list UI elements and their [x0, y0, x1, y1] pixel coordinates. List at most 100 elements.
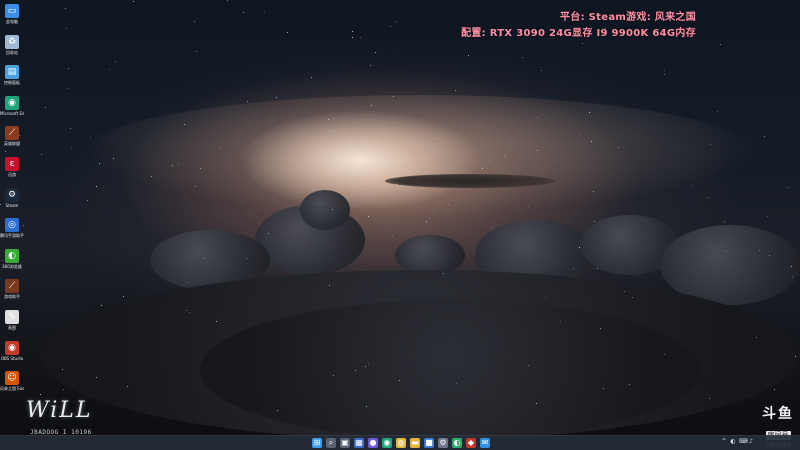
star	[504, 155, 505, 156]
desktop-icon[interactable]: ◐ 360浏览器	[0, 247, 24, 275]
desktop-icon[interactable]: ▤ 控制面板	[0, 63, 24, 91]
desktop-icon-label: OBS Studio	[0, 355, 24, 361]
wechat-icon[interactable]: ◐	[452, 438, 462, 448]
star	[351, 158, 352, 159]
star	[277, 410, 278, 411]
desktop-icon[interactable]: ε 迅游	[0, 155, 24, 183]
desktop-icon[interactable]: ✎ 画图	[0, 308, 24, 336]
star	[593, 191, 594, 192]
desktop-icon[interactable]: ⚙ Steam	[0, 186, 24, 214]
chrome-icon[interactable]: ◍	[396, 438, 406, 448]
desktop-icon[interactable]: ◎ 腾讯手游助手	[0, 216, 24, 244]
star	[68, 88, 69, 89]
desktop-icon[interactable]: ♻ 回收站	[0, 33, 24, 61]
game-icon[interactable]: ◆	[466, 438, 476, 448]
star	[426, 221, 427, 222]
star	[62, 369, 63, 370]
star	[573, 268, 574, 269]
star	[591, 141, 592, 142]
game-helper-icon: ⟋	[5, 279, 19, 294]
star	[545, 297, 546, 298]
mail-icon[interactable]: ✉	[480, 438, 490, 448]
desktop-icon[interactable]: ⟋ 游戏助手	[0, 277, 24, 305]
star	[393, 96, 394, 97]
star	[759, 250, 760, 251]
star	[541, 70, 542, 71]
edge-icon[interactable]: ◉	[382, 438, 392, 448]
star	[774, 389, 775, 390]
tray-icon[interactable]: ⌨	[739, 438, 748, 446]
desktop-icon[interactable]: ◉ OBS Studio	[0, 339, 24, 367]
star	[204, 258, 205, 259]
star	[360, 184, 361, 185]
star	[216, 321, 217, 322]
desktop-icon[interactable]: ▭ 此电脑	[0, 2, 24, 30]
tray-icon[interactable]: ◐	[730, 438, 736, 446]
star	[594, 221, 595, 222]
star	[482, 168, 483, 169]
star	[96, 377, 97, 378]
star	[188, 282, 189, 283]
star	[390, 26, 391, 27]
desktop-icon[interactable]: ☺风来之国 Eastward	[0, 369, 24, 397]
star	[360, 37, 361, 38]
taskbar: ⊞ ⌕ ▣ ▦ ● ◉ ◍ ▬ ■ ⚙ ◐ ◆ ✉ ^ ◐ ⌨ ♪	[0, 435, 800, 450]
star	[399, 380, 400, 381]
desktop[interactable]: ▭此电脑♻回收站▤控制面板◉Microsoft Edge⟋英雄联盟ε迅游⚙Ste…	[0, 0, 800, 450]
star	[268, 233, 269, 234]
tray-icon[interactable]: ♪	[748, 438, 754, 446]
star	[726, 251, 727, 252]
tray-icon[interactable]: ^	[721, 438, 727, 446]
star	[189, 312, 190, 313]
star	[664, 70, 665, 71]
chat-icon[interactable]: ●	[368, 438, 378, 448]
xunyou-icon: ε	[5, 157, 19, 171]
star	[151, 176, 152, 177]
desktop-icon-label: 腾讯手游助手	[0, 233, 24, 239]
star	[328, 119, 329, 120]
star	[247, 258, 248, 259]
settings-icon[interactable]: ⚙	[438, 438, 448, 448]
star	[629, 384, 630, 385]
star	[71, 148, 72, 149]
task-view-icon[interactable]: ▣	[340, 438, 350, 448]
star	[287, 32, 288, 33]
star	[352, 37, 353, 38]
star	[355, 370, 356, 371]
star	[186, 310, 187, 311]
desktop-icon-label: 回收站	[6, 49, 18, 55]
start-icon[interactable]: ⊞	[312, 438, 322, 448]
star	[368, 216, 369, 217]
search-icon[interactable]: ⌕	[326, 438, 336, 448]
store-icon[interactable]: ■	[424, 438, 434, 448]
star	[195, 186, 196, 187]
star	[243, 12, 244, 13]
widgets-icon[interactable]: ▦	[354, 438, 364, 448]
star	[455, 90, 456, 91]
star	[45, 107, 46, 108]
star	[113, 158, 114, 159]
star	[443, 273, 444, 274]
file-explorer-icon[interactable]: ▬	[410, 438, 420, 448]
star	[579, 134, 580, 135]
star	[769, 255, 770, 256]
star	[66, 28, 67, 29]
star	[63, 389, 64, 390]
recycle-bin-icon: ♻	[5, 34, 19, 49]
star	[791, 266, 792, 267]
star	[178, 163, 179, 164]
star	[528, 206, 529, 207]
star	[184, 124, 185, 125]
star	[456, 383, 457, 384]
tencent-helper-icon: ◎	[5, 218, 19, 233]
star	[664, 354, 665, 355]
paint-icon: ✎	[5, 310, 19, 324]
star	[196, 51, 197, 52]
desktop-icon[interactable]: ◉Microsoft Edge	[0, 94, 24, 122]
star	[597, 268, 598, 269]
desktop-icon[interactable]: ⟋ 英雄联盟	[0, 124, 24, 152]
star	[709, 398, 710, 399]
star	[194, 21, 195, 22]
star	[397, 186, 398, 187]
star	[90, 137, 91, 138]
